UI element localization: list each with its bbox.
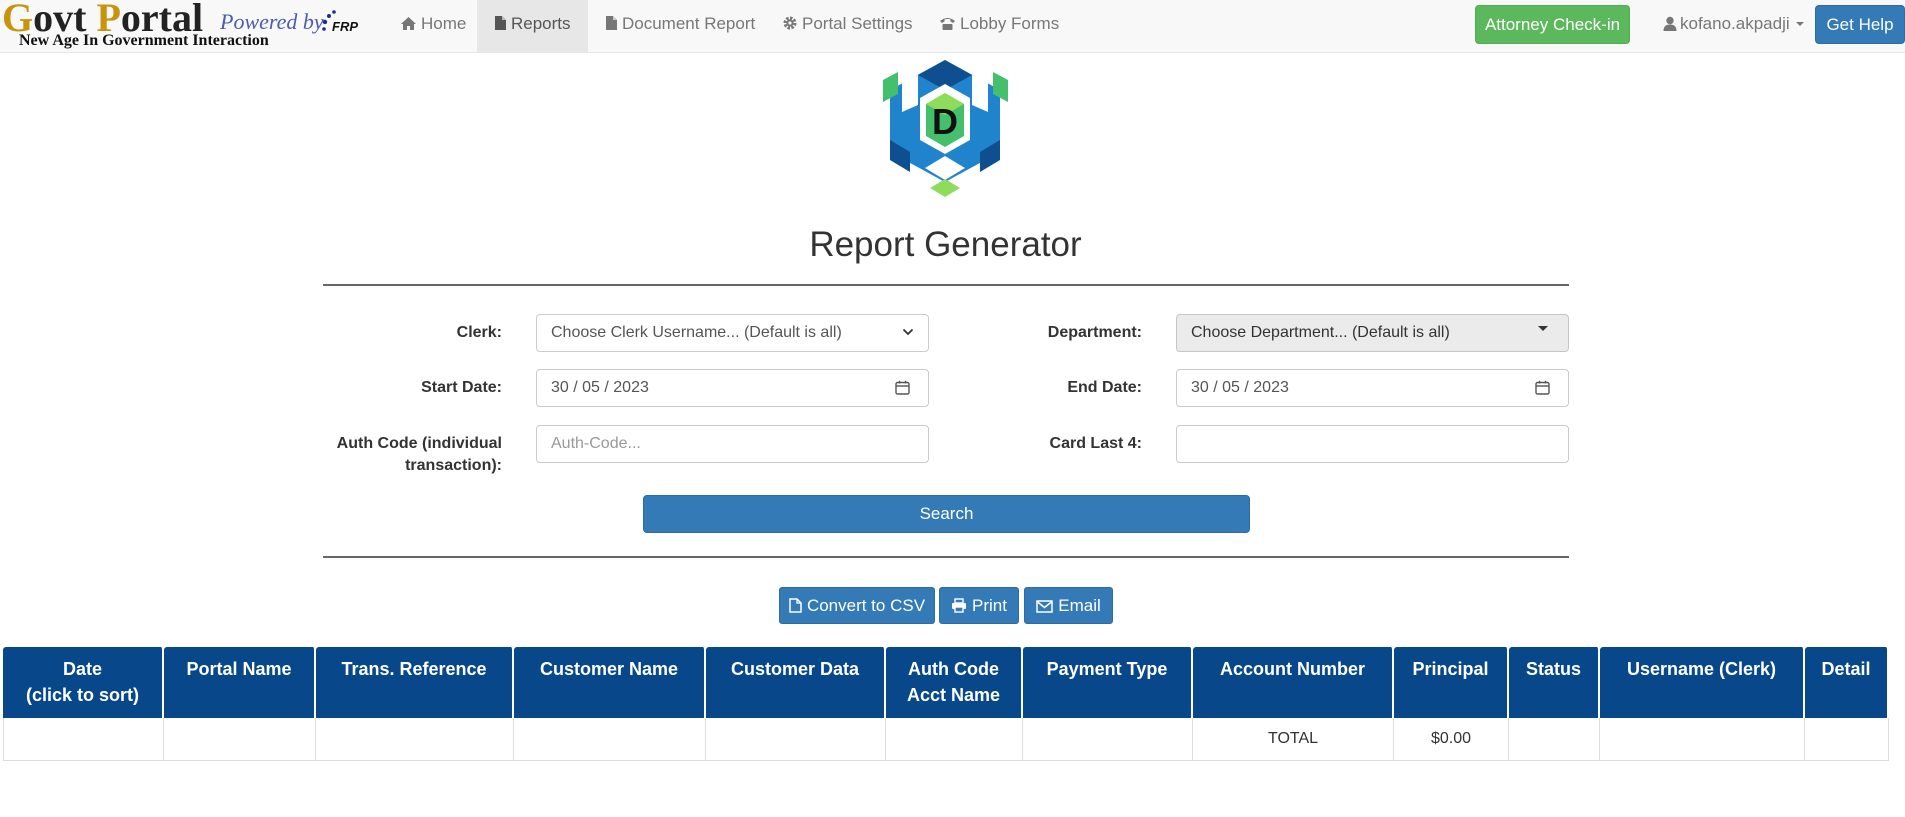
username-label: kofano.akpadji xyxy=(1680,14,1790,33)
report-table: Date (click to sort) Portal Name Trans. R… xyxy=(3,647,1889,761)
caret-down-icon xyxy=(1538,326,1548,331)
column-header-account-number: Account Number xyxy=(1193,647,1394,718)
nav-reports[interactable]: Reports xyxy=(477,0,588,53)
table-cell xyxy=(3,718,164,761)
convert-csv-button[interactable]: Convert to CSV xyxy=(779,587,935,624)
print-button[interactable]: Print xyxy=(939,587,1019,624)
file-icon xyxy=(606,16,617,30)
file-icon xyxy=(789,598,802,613)
get-help-button[interactable]: Get Help xyxy=(1815,5,1905,44)
card-last4-label: Card Last 4: xyxy=(1049,435,1142,452)
table-header-row: Date (click to sort) Portal Name Trans. R… xyxy=(3,647,1889,718)
column-header-auth-code: Auth Code Acct Name xyxy=(886,647,1023,718)
column-header-customer-name: Customer Name xyxy=(514,647,706,718)
department-select-value: Choose Department... (Default is all) xyxy=(1191,324,1450,341)
user-icon xyxy=(1663,16,1677,31)
gear-icon xyxy=(783,16,797,30)
print-icon xyxy=(952,598,967,613)
nav-document-report-label: Document Report xyxy=(622,14,756,33)
nav-portal-settings-label: Portal Settings xyxy=(802,14,913,33)
convert-csv-label: Convert to CSV xyxy=(806,596,926,615)
clerk-select[interactable]: Choose Clerk Username... (Default is all… xyxy=(536,314,929,352)
portal-logo: D xyxy=(883,60,1008,197)
home-icon xyxy=(401,17,416,30)
nav-lobby-forms[interactable]: Lobby Forms xyxy=(922,0,1076,53)
file-icon xyxy=(495,16,506,30)
column-header-detail: Detail xyxy=(1805,647,1889,718)
auth-code-label-line2: transaction): xyxy=(405,457,502,474)
column-header-customer-data: Customer Data xyxy=(706,647,886,718)
nav-lobby-forms-label: Lobby Forms xyxy=(960,14,1060,33)
end-date-label: End Date: xyxy=(1067,379,1142,396)
nav-document-report[interactable]: Document Report xyxy=(588,0,772,53)
table-cell xyxy=(1805,718,1889,761)
page-title: Report Generator xyxy=(809,225,1082,264)
clerk-select-value: Choose Clerk Username... (Default is all… xyxy=(551,324,842,341)
table-cell xyxy=(886,718,1023,761)
end-date-input[interactable]: 30 / 05 / 2023 xyxy=(1176,369,1569,407)
end-date-value: 30 / 05 / 2023 xyxy=(1191,379,1289,396)
top-navbar: Govt Portal Powered by FRP New Age In Go… xyxy=(0,0,1905,53)
user-menu-dropdown[interactable]: kofano.akpadji xyxy=(1663,0,1804,48)
attorney-checkin-button[interactable]: Attorney Check-in xyxy=(1475,5,1630,44)
brand-logo[interactable]: Govt Portal Powered by FRP New Age In Go… xyxy=(2,0,367,53)
email-label: Email xyxy=(1058,596,1101,615)
department-label: Department: xyxy=(1047,324,1142,341)
table-cell xyxy=(706,718,886,761)
column-header-date[interactable]: Date (click to sort) xyxy=(3,647,164,718)
top-divider xyxy=(323,284,1569,286)
calendar-icon[interactable] xyxy=(1535,380,1550,395)
start-date-value: 30 / 05 / 2023 xyxy=(551,379,649,396)
email-button[interactable]: Email xyxy=(1024,587,1113,624)
nav-home[interactable]: Home xyxy=(383,0,483,53)
column-header-status: Status xyxy=(1509,647,1600,718)
column-header-username: Username (Clerk) xyxy=(1600,647,1805,718)
table-cell xyxy=(1509,718,1600,761)
clerk-label: Clerk: xyxy=(456,324,502,341)
column-header-trans-reference: Trans. Reference xyxy=(316,647,514,718)
column-header-portal-name: Portal Name xyxy=(164,647,316,718)
nav-home-label: Home xyxy=(421,14,467,33)
chevron-down-icon xyxy=(902,328,914,336)
bottom-divider xyxy=(323,556,1569,558)
department-select[interactable]: Choose Department... (Default is all) xyxy=(1176,314,1569,352)
table-cell xyxy=(514,718,706,761)
total-principal-cell: $0.00 xyxy=(1394,718,1509,761)
total-label-cell: TOTAL xyxy=(1193,718,1394,761)
frp-logo-icon: FRP xyxy=(322,10,358,34)
table-cell xyxy=(316,718,514,761)
nav-portal-settings[interactable]: Portal Settings xyxy=(765,0,930,53)
card-last4-input[interactable] xyxy=(1176,425,1569,463)
start-date-input[interactable]: 30 / 05 / 2023 xyxy=(536,369,929,407)
logo-letter: D xyxy=(932,101,958,142)
table-row-total: TOTAL $0.00 xyxy=(3,718,1889,761)
print-label: Print xyxy=(972,596,1007,615)
svg-text:FRP: FRP xyxy=(332,19,358,34)
auth-code-label: Auth Code (individual transaction): xyxy=(310,433,502,477)
auth-code-label-line1: Auth Code (individual xyxy=(336,435,502,452)
column-header-principal: Principal xyxy=(1394,647,1509,718)
auth-code-input[interactable]: Auth-Code... xyxy=(536,425,929,463)
column-header-payment-type: Payment Type xyxy=(1023,647,1193,718)
calendar-icon[interactable] xyxy=(895,380,910,395)
table-cell xyxy=(1023,718,1193,761)
table-cell xyxy=(164,718,316,761)
phone-icon xyxy=(940,18,955,30)
nav-reports-label: Reports xyxy=(511,14,571,33)
chevron-down-icon xyxy=(1795,22,1804,26)
start-date-label: Start Date: xyxy=(421,379,502,396)
search-button[interactable]: Search xyxy=(643,495,1250,533)
envelope-icon xyxy=(1036,600,1053,613)
brand-tagline: New Age In Government Interaction xyxy=(19,32,269,49)
table-cell xyxy=(1600,718,1805,761)
